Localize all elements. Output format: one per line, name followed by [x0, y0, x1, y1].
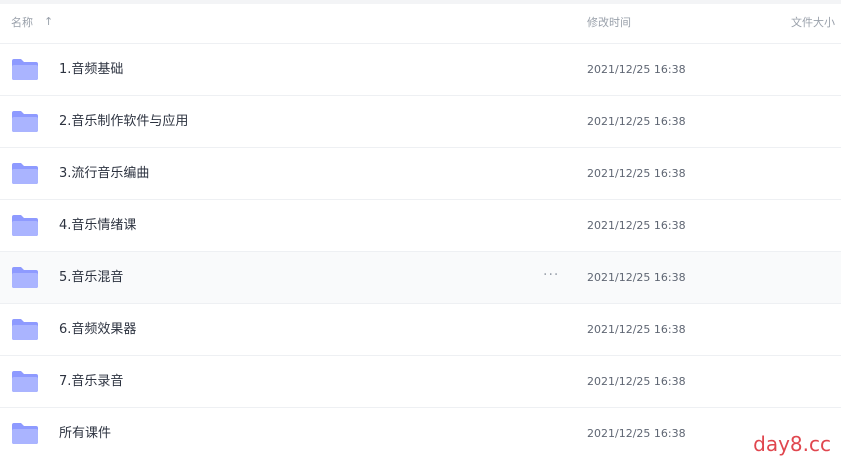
file-name[interactable]: 7.音乐录音 [59, 374, 123, 390]
file-row[interactable]: 5.音乐混音 ··· 2021/12/25 16:38 [0, 252, 841, 304]
file-name[interactable]: 4.音乐情绪课 [59, 218, 136, 234]
folder-icon [12, 319, 38, 340]
file-list-header: 名称 ↑ 修改时间 文件大小 [0, 4, 841, 44]
file-row[interactable]: 6.音频效果器 2021/12/25 16:38 [0, 304, 841, 356]
file-row[interactable]: 2.音乐制作软件与应用 2021/12/25 16:38 [0, 96, 841, 148]
file-modified: 2021/12/25 16:38 [587, 375, 686, 388]
file-list: 1.音频基础 2021/12/25 16:38 2.音乐制作软件与应用 2021… [0, 44, 841, 460]
file-name[interactable]: 所有课件 [59, 426, 111, 442]
watermark-text: day8.cc [753, 432, 831, 456]
folder-icon [12, 267, 38, 288]
file-row[interactable]: 所有课件 2021/12/25 16:38 [0, 408, 841, 460]
file-modified: 2021/12/25 16:38 [587, 427, 686, 440]
file-name[interactable]: 5.音乐混音 [59, 270, 123, 286]
file-row[interactable]: 4.音乐情绪课 2021/12/25 16:38 [0, 200, 841, 252]
file-modified: 2021/12/25 16:38 [587, 323, 686, 336]
more-options-icon[interactable]: ··· [543, 267, 559, 283]
sort-ascending-icon[interactable]: ↑ [44, 15, 53, 29]
file-modified: 2021/12/25 16:38 [587, 167, 686, 180]
file-name[interactable]: 6.音频效果器 [59, 322, 136, 338]
file-modified: 2021/12/25 16:38 [587, 271, 686, 284]
folder-icon [12, 423, 38, 444]
folder-icon [12, 371, 38, 392]
column-header-size[interactable]: 文件大小 [791, 16, 835, 30]
file-row[interactable]: 1.音频基础 2021/12/25 16:38 [0, 44, 841, 96]
file-name[interactable]: 2.音乐制作软件与应用 [59, 114, 188, 130]
folder-icon [12, 215, 38, 236]
file-modified: 2021/12/25 16:38 [587, 115, 686, 128]
folder-icon [12, 111, 38, 132]
file-row[interactable]: 3.流行音乐编曲 2021/12/25 16:38 [0, 148, 841, 200]
file-row[interactable]: 7.音乐录音 2021/12/25 16:38 [0, 356, 841, 408]
folder-icon [12, 59, 38, 80]
file-modified: 2021/12/25 16:38 [587, 219, 686, 232]
file-name[interactable]: 3.流行音乐编曲 [59, 166, 149, 182]
column-header-name[interactable]: 名称 [11, 16, 33, 30]
file-modified: 2021/12/25 16:38 [587, 63, 686, 76]
file-name[interactable]: 1.音频基础 [59, 62, 123, 78]
column-header-modified[interactable]: 修改时间 [587, 16, 631, 30]
folder-icon [12, 163, 38, 184]
